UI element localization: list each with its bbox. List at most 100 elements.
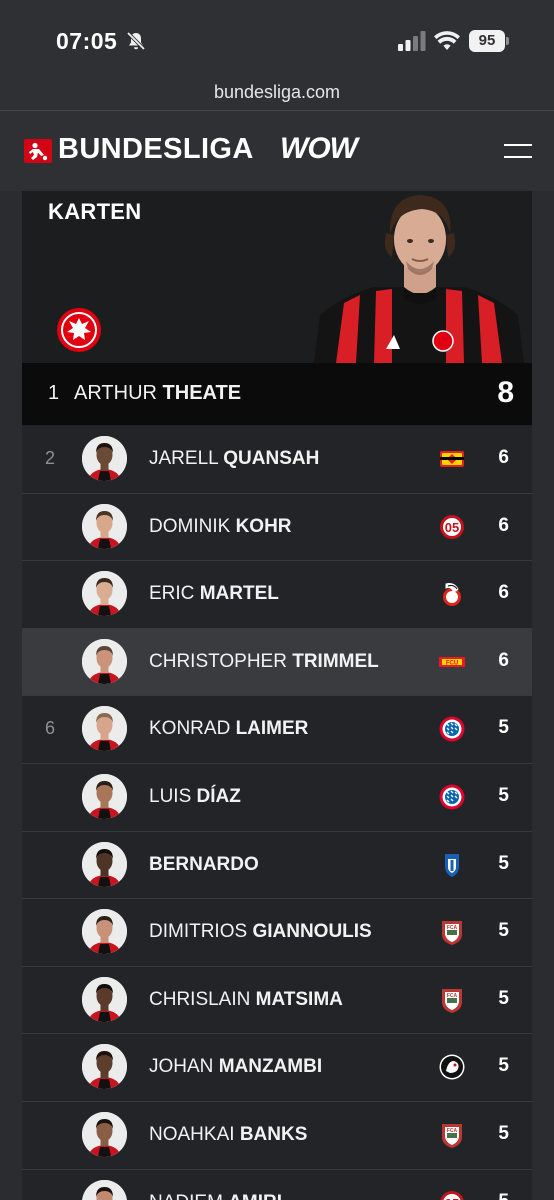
player-avatar-image <box>82 1111 127 1157</box>
battery-level: 95 <box>469 30 505 52</box>
player-avatar <box>82 1044 127 1090</box>
player-avatar <box>82 436 127 481</box>
player-first-name: ERIC <box>149 583 195 605</box>
player-avatar <box>82 706 127 752</box>
bayern-crest-icon <box>439 784 465 810</box>
player-value: 5 <box>498 784 509 806</box>
player-name: CHRISTOPHER TRIMMEL <box>149 651 379 673</box>
player-avatar <box>82 1111 127 1157</box>
player-row[interactable]: CHRISLAIN MATSIMA FCA 5 <box>22 966 532 1035</box>
player-avatar-image <box>82 503 127 549</box>
player-last-name: MARTEL <box>199 583 279 605</box>
player-avatar <box>82 571 127 617</box>
player-last-name: DÍAZ <box>196 785 241 807</box>
address-bar[interactable]: bundesliga.com <box>0 76 554 111</box>
leader-row[interactable]: 1 ARTHUR THEATE 8 <box>22 363 532 425</box>
player-first-name: NADIEM <box>149 1192 223 1200</box>
player-name: DIMITRIOS GIANNOULIS <box>149 921 372 943</box>
leader-value: 8 <box>497 376 514 409</box>
player-row[interactable]: LUIS DÍAZ 5 <box>22 763 532 832</box>
player-row[interactable]: BERNARDO 5 <box>22 831 532 900</box>
player-row[interactable]: DIMITRIOS GIANNOULIS FCA 5 <box>22 899 532 967</box>
union-crest-icon: FCU <box>439 656 465 667</box>
player-value: 5 <box>498 852 509 874</box>
svg-text:FCU: FCU <box>446 660 458 666</box>
bundesliga-logo-icon[interactable] <box>24 139 52 163</box>
battery-nub <box>506 37 509 45</box>
player-row[interactable]: CHRISTOPHER TRIMMEL FCU 6 <box>22 628 532 697</box>
svg-text:FCA: FCA <box>447 925 458 931</box>
svg-text:05: 05 <box>445 520 459 535</box>
player-name: NOAHKAI BANKS <box>149 1124 307 1146</box>
player-portrait <box>314 191 524 363</box>
player-last-name: BANKS <box>239 1123 308 1145</box>
player-rank: 2 <box>45 448 56 468</box>
mainz-crest-icon: 05 <box>440 1190 464 1200</box>
player-avatar-image <box>82 909 127 955</box>
player-name: BERNARDO <box>149 854 259 876</box>
player-last-name: GIANNOULIS <box>252 921 372 943</box>
player-avatar <box>82 503 127 549</box>
freiburg-crest-icon <box>439 1054 465 1080</box>
player-first-name: CHRISLAIN <box>149 988 251 1010</box>
player-row[interactable]: NOAHKAI BANKS FCA 5 <box>22 1101 532 1170</box>
svg-text:FCA: FCA <box>447 1128 458 1134</box>
stats-card: KARTEN 1 ARTHUR THEATE 8 2 JARELL QUANSA… <box>22 191 532 1200</box>
player-value: 5 <box>498 1122 509 1144</box>
player-avatar-image <box>82 976 127 1022</box>
mainz-crest-icon: 05 <box>440 514 464 539</box>
wow-logo[interactable]: WOW <box>280 132 358 166</box>
player-row[interactable]: DOMINIK KOHR 05 6 <box>22 493 532 562</box>
player-value: 6 <box>498 447 509 468</box>
player-first-name: JARELL <box>149 448 218 469</box>
koeln-crest-icon <box>443 583 461 607</box>
player-name: JOHAN MANZAMBI <box>149 1056 322 1078</box>
bundesliga-wordmark[interactable]: BUNDESLIGA <box>58 133 254 166</box>
player-avatar-image <box>82 706 127 752</box>
site-header: BUNDESLIGA WOW <box>0 111 554 191</box>
player-last-name: AMIRI <box>228 1192 282 1200</box>
battery-indicator: 95 <box>469 30 509 52</box>
hamburger-menu-icon[interactable] <box>504 142 532 162</box>
player-row[interactable]: NADIEM AMIRI 05 5 <box>22 1169 532 1200</box>
player-value: 5 <box>498 717 509 739</box>
player-last-name: MATSIMA <box>255 988 343 1010</box>
player-last-name: KOHR <box>235 515 292 537</box>
player-avatar-image <box>82 1044 127 1090</box>
player-avatar-image <box>82 571 127 617</box>
player-first-name: JOHAN <box>149 1056 214 1078</box>
player-avatar <box>82 638 127 684</box>
player-row[interactable]: JOHAN MANZAMBI 5 <box>22 1034 532 1102</box>
player-name: ERIC MARTEL <box>149 583 279 605</box>
player-value: 6 <box>498 582 509 604</box>
player-last-name: BERNARDO <box>149 853 259 875</box>
svg-text:05: 05 <box>445 1196 459 1200</box>
player-row[interactable]: 6 KONRAD LAIMER 5 <box>22 696 532 764</box>
leader-rank: 1 <box>48 382 60 404</box>
player-value: 6 <box>498 514 509 536</box>
player-row[interactable]: 2 JARELL QUANSAH 6 <box>22 426 532 494</box>
player-last-name: LAIMER <box>235 718 309 740</box>
status-bar: 07:05 95 <box>0 0 554 76</box>
player-row[interactable]: ERIC MARTEL 6 <box>22 561 532 629</box>
player-avatar-image <box>82 436 127 481</box>
player-first-name: CHRISTOPHER <box>149 650 287 672</box>
player-avatar-image <box>82 841 127 887</box>
status-time: 07:05 <box>56 28 118 54</box>
player-avatar-image <box>82 773 127 819</box>
player-value: 5 <box>498 920 509 942</box>
player-avatar <box>82 909 127 955</box>
bayern-crest-icon <box>439 716 465 742</box>
wifi-icon <box>434 31 460 50</box>
player-avatar <box>82 976 127 1022</box>
player-avatar <box>82 773 127 819</box>
player-value: 5 <box>498 1055 509 1077</box>
hoffenheim-crest-icon <box>445 853 459 877</box>
player-first-name: DOMINIK <box>149 515 231 537</box>
player-avatar <box>82 1179 127 1200</box>
player-first-name: KONRAD <box>149 718 231 740</box>
player-name: NADIEM AMIRI <box>149 1192 282 1200</box>
player-first-name: NOAHKAI <box>149 1123 235 1145</box>
player-name: KONRAD LAIMER <box>149 718 308 740</box>
leader-first-name: ARTHUR <box>74 382 157 404</box>
